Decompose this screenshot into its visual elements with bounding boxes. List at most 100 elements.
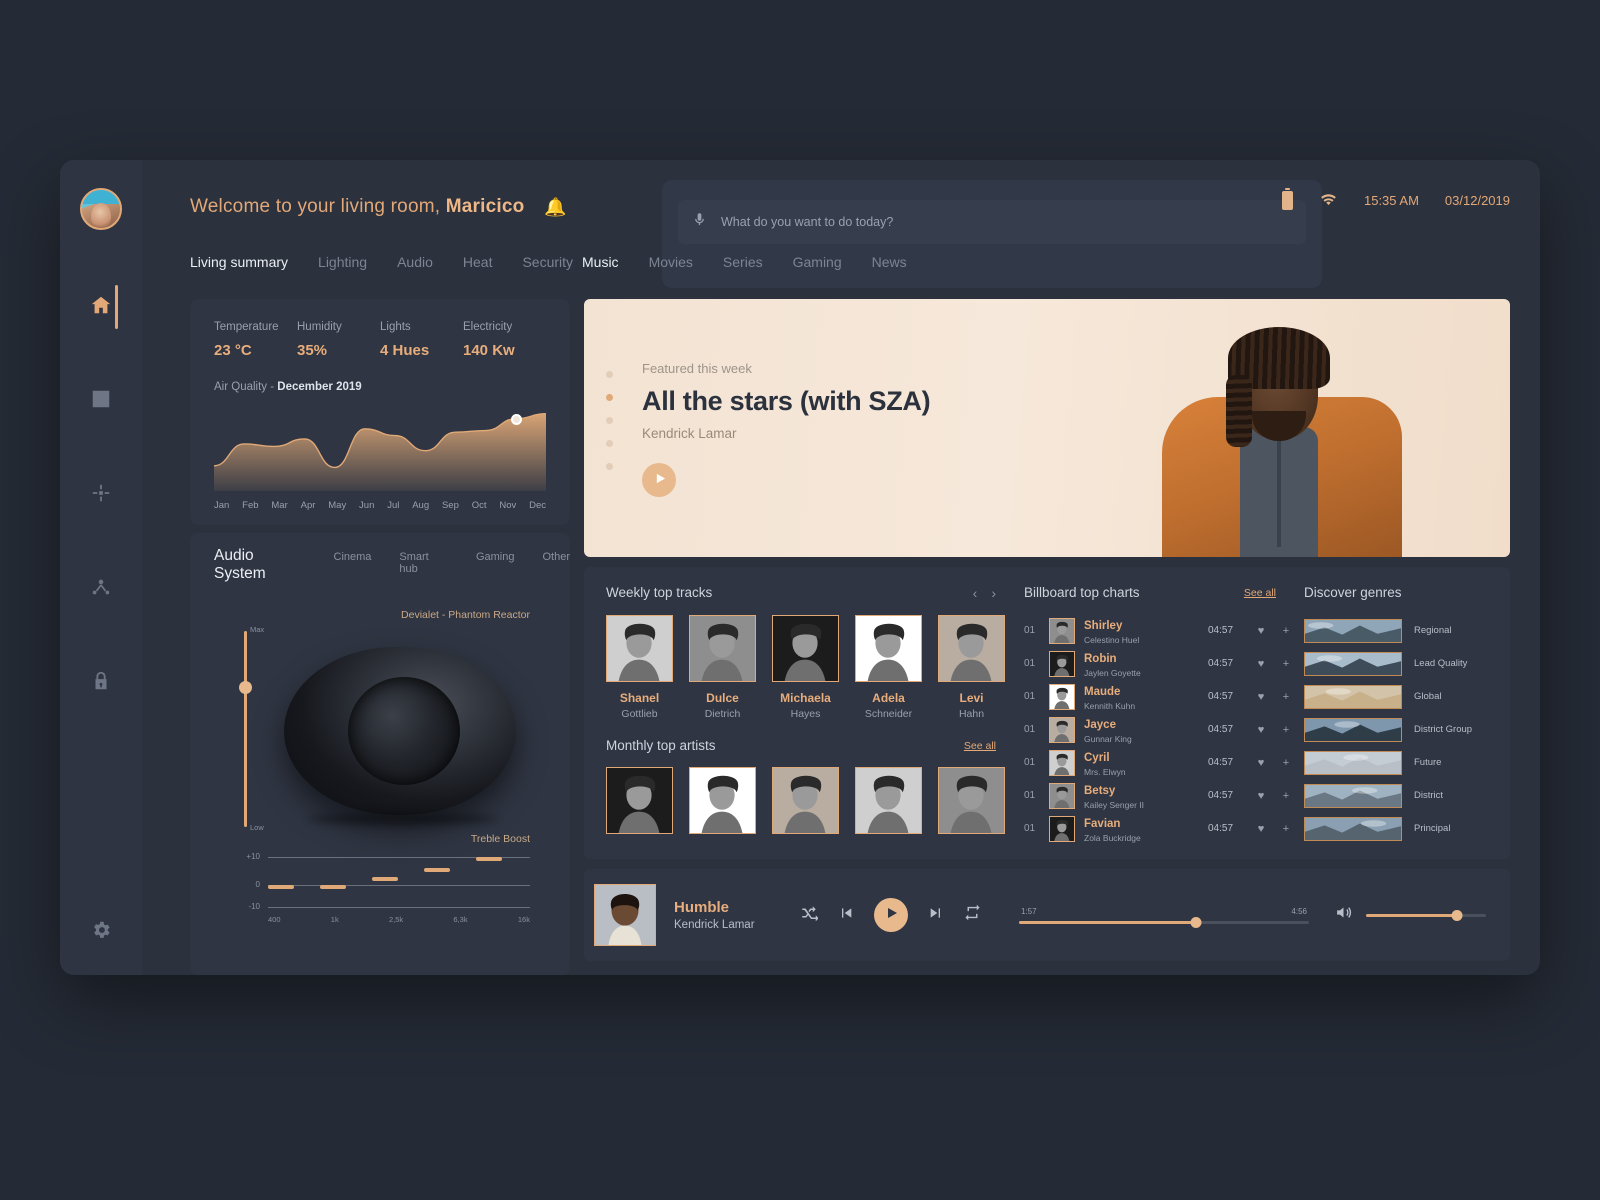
tab-security[interactable]: Security: [522, 254, 573, 270]
plus-icon[interactable]: +: [1278, 691, 1294, 703]
track-card[interactable]: Adela Schneider: [855, 615, 922, 720]
sidebar-item-settings[interactable]: [84, 915, 118, 949]
carousel-dots[interactable]: [606, 371, 613, 470]
tab-lighting[interactable]: Lighting: [318, 254, 367, 270]
tab-other[interactable]: Other: [542, 551, 570, 563]
carousel-dot[interactable]: [606, 371, 613, 378]
progress-knob[interactable]: [1190, 916, 1202, 928]
tab-gaming-audio[interactable]: Gaming: [476, 551, 515, 563]
artist-card[interactable]: [606, 767, 673, 834]
table-row[interactable]: 01 Robin Jaylen Goyette 04:57 ♥ +: [1024, 647, 1294, 680]
genre-row[interactable]: Regional: [1304, 614, 1490, 647]
plus-icon[interactable]: +: [1278, 790, 1294, 802]
track-thumbnail[interactable]: [689, 615, 756, 682]
plus-icon[interactable]: +: [1278, 823, 1294, 835]
table-row[interactable]: 01 Betsy Kailey Senger II 04:57 ♥ +: [1024, 779, 1294, 812]
table-row[interactable]: 01 Favian Zola Buckridge 04:57 ♥ +: [1024, 812, 1294, 845]
sidebar-item-media[interactable]: [84, 384, 118, 418]
tab-movies[interactable]: Movies: [649, 254, 693, 270]
plus-icon[interactable]: +: [1278, 724, 1294, 736]
avatar[interactable]: [80, 188, 122, 230]
equalizer[interactable]: +10 0 -10 400 1k 2,5k 6,3k 16k: [230, 852, 530, 927]
billboard-see-all[interactable]: See all: [1244, 587, 1276, 599]
play-button[interactable]: [874, 898, 908, 932]
tab-audio[interactable]: Audio: [397, 254, 433, 270]
chevron-right-icon[interactable]: ›: [991, 586, 996, 600]
eq-band[interactable]: [476, 857, 502, 861]
sidebar-item-security[interactable]: [84, 666, 118, 700]
volume-icon[interactable]: [1335, 905, 1352, 925]
track-thumbnail[interactable]: [855, 615, 922, 682]
plus-icon[interactable]: +: [1278, 658, 1294, 670]
chevron-left-icon[interactable]: ‹: [973, 586, 978, 600]
next-icon[interactable]: [928, 905, 944, 926]
genre-row[interactable]: District Group: [1304, 713, 1490, 746]
genre-row[interactable]: District: [1304, 779, 1490, 812]
artist-card[interactable]: [689, 767, 756, 834]
carousel-dot[interactable]: [606, 417, 613, 424]
eq-band[interactable]: [424, 868, 450, 873]
eq-band[interactable]: [268, 885, 294, 889]
heart-icon[interactable]: ♥: [1253, 658, 1269, 670]
artist-thumbnail[interactable]: [689, 767, 756, 834]
shuffle-icon[interactable]: [800, 904, 819, 927]
heart-icon[interactable]: ♥: [1253, 823, 1269, 835]
table-row[interactable]: 01 Shirley Celestino Huel 04:57 ♥ +: [1024, 614, 1294, 647]
heart-icon[interactable]: ♥: [1253, 757, 1269, 769]
tab-gaming[interactable]: Gaming: [793, 254, 842, 270]
track-card[interactable]: Dulce Dietrich: [689, 615, 756, 720]
progress-bar[interactable]: 1:57 4:56: [1019, 907, 1309, 928]
sidebar-item-home[interactable]: [84, 285, 118, 329]
genre-row[interactable]: Global: [1304, 680, 1490, 713]
table-row[interactable]: 01 Cyril Mrs. Elwyn 04:57 ♥ +: [1024, 746, 1294, 779]
artist-card[interactable]: [772, 767, 839, 834]
artist-card[interactable]: [938, 767, 1005, 834]
eq-band[interactable]: [320, 885, 346, 889]
featured-play-button[interactable]: [642, 463, 676, 497]
tab-music[interactable]: Music: [582, 254, 619, 270]
previous-icon[interactable]: [838, 905, 854, 926]
volume-slider[interactable]: [239, 631, 252, 827]
track-thumbnail[interactable]: [772, 615, 839, 682]
sidebar-item-devices[interactable]: [84, 478, 118, 512]
monthly-see-all[interactable]: See all: [964, 740, 996, 752]
tab-news[interactable]: News: [872, 254, 907, 270]
sidebar-item-network[interactable]: [84, 572, 118, 606]
tab-cinema[interactable]: Cinema: [334, 551, 372, 563]
heart-icon[interactable]: ♥: [1253, 625, 1269, 637]
microphone-icon[interactable]: [692, 212, 707, 232]
genre-row[interactable]: Lead Quality: [1304, 647, 1490, 680]
eq-band[interactable]: [372, 876, 398, 881]
plus-icon[interactable]: +: [1278, 625, 1294, 637]
tab-heat[interactable]: Heat: [463, 254, 493, 270]
bell-icon[interactable]: 🔔: [544, 198, 566, 216]
track-thumbnail[interactable]: [938, 615, 1005, 682]
carousel-dot[interactable]: [606, 440, 613, 447]
genre-row[interactable]: Principal: [1304, 812, 1490, 845]
volume-knob[interactable]: [1451, 909, 1463, 921]
progress-track[interactable]: [1019, 916, 1309, 928]
tab-smart-hub[interactable]: Smart hub: [399, 551, 448, 575]
tab-audio-system[interactable]: Audio System: [214, 547, 306, 583]
tab-series[interactable]: Series: [723, 254, 763, 270]
tab-living-summary[interactable]: Living summary: [190, 254, 288, 270]
chart-highlight-point[interactable]: [510, 413, 522, 425]
volume-slider-knob[interactable]: [239, 681, 252, 694]
heart-icon[interactable]: ♥: [1253, 724, 1269, 736]
artist-thumbnail[interactable]: [938, 767, 1005, 834]
heart-icon[interactable]: ♥: [1253, 691, 1269, 703]
heart-icon[interactable]: ♥: [1253, 790, 1269, 802]
artist-thumbnail[interactable]: [606, 767, 673, 834]
track-card[interactable]: Shanel Gottlieb: [606, 615, 673, 720]
plus-icon[interactable]: +: [1278, 757, 1294, 769]
search-input[interactable]: What do you want to do today?: [678, 200, 1306, 244]
track-thumbnail[interactable]: [606, 615, 673, 682]
artist-thumbnail[interactable]: [855, 767, 922, 834]
track-card[interactable]: Levi Hahn: [938, 615, 1005, 720]
table-row[interactable]: 01 Maude Kennith Kuhn 04:57 ♥ +: [1024, 680, 1294, 713]
repeat-icon[interactable]: [964, 904, 981, 926]
genre-row[interactable]: Future: [1304, 746, 1490, 779]
carousel-dot[interactable]: [606, 463, 613, 470]
table-row[interactable]: 01 Jayce Gunnar King 04:57 ♥ +: [1024, 713, 1294, 746]
artist-card[interactable]: [855, 767, 922, 834]
